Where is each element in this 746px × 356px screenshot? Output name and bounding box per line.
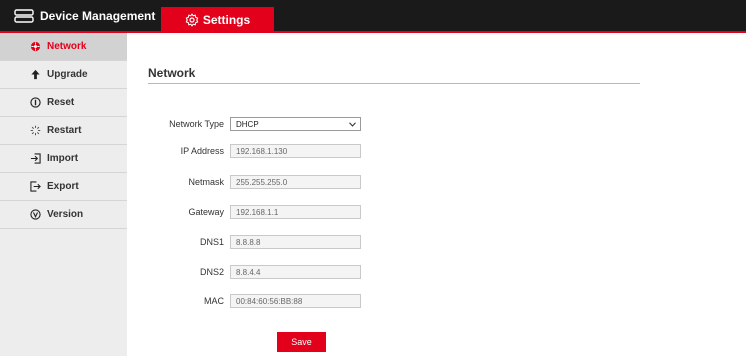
- sidebar-item-label: Network: [47, 41, 87, 52]
- dns2-row: DNS2 8.8.4.4: [148, 265, 378, 279]
- sidebar-item-label: Version: [47, 209, 84, 220]
- netmask-row: Netmask 255.255.255.0: [148, 175, 378, 189]
- ip-address-field[interactable]: 192.168.1.130: [230, 144, 361, 158]
- dns1-row: DNS1 8.8.8.8: [148, 235, 378, 249]
- network-type-label: Network Type: [169, 119, 224, 129]
- import-icon: [30, 153, 41, 164]
- dns1-label: DNS1: [199, 237, 224, 247]
- gear-icon: [185, 13, 199, 27]
- top-navigation-bar: Device Management Settings: [0, 0, 746, 33]
- sidebar-item-version[interactable]: Version: [0, 201, 127, 229]
- ip-address-row: IP Address 192.168.1.130: [148, 144, 378, 158]
- dns2-label: DNS2: [199, 267, 224, 277]
- ip-address-label: IP Address: [180, 146, 224, 156]
- upgrade-arrow-icon: [31, 69, 40, 80]
- gateway-field[interactable]: 192.168.1.1: [230, 205, 361, 219]
- chevron-down-icon: [349, 121, 356, 127]
- sidebar-item-reset[interactable]: Reset: [0, 89, 127, 117]
- device-management-icon: [14, 8, 34, 23]
- sidebar-item-label: Import: [47, 153, 79, 164]
- netmask-label: Netmask: [188, 177, 224, 187]
- sidebar-item-label: Upgrade: [47, 69, 88, 80]
- export-icon: [30, 181, 41, 192]
- network-type-value: DHCP: [236, 119, 259, 129]
- network-type-row: Network Type DHCP: [148, 117, 378, 131]
- page-title: Network: [148, 66, 196, 80]
- sidebar-item-label: Reset: [47, 97, 75, 108]
- reset-icon: [30, 97, 41, 108]
- section-divider: [148, 83, 640, 84]
- sidebar-item-export[interactable]: Export: [0, 173, 127, 201]
- mac-field[interactable]: 00:84:60:56:BB:88: [230, 294, 361, 308]
- device-management-label: Device Management: [40, 8, 156, 23]
- netmask-field[interactable]: 255.255.255.0: [230, 175, 361, 189]
- save-button[interactable]: Save: [277, 332, 326, 352]
- mac-label: MAC: [204, 296, 224, 306]
- sidebar-item-import[interactable]: Import: [0, 145, 127, 173]
- network-type-select[interactable]: DHCP: [230, 117, 361, 131]
- sidebar-item-label: Export: [47, 181, 79, 192]
- device-management-brand[interactable]: Device Management: [14, 0, 155, 31]
- sidebar: Network Upgrade Reset Restart Import Exp…: [0, 33, 127, 356]
- restart-icon: [30, 125, 41, 136]
- dns1-field[interactable]: 8.8.8.8: [230, 235, 361, 249]
- sidebar-item-restart[interactable]: Restart: [0, 117, 127, 145]
- mac-row: MAC 00:84:60:56:BB:88: [148, 294, 378, 308]
- network-icon: [30, 41, 41, 52]
- gateway-row: Gateway 192.168.1.1: [148, 205, 378, 219]
- version-icon: [30, 209, 41, 220]
- sidebar-item-upgrade[interactable]: Upgrade: [0, 61, 127, 89]
- dns2-field[interactable]: 8.8.4.4: [230, 265, 361, 279]
- sidebar-item-network[interactable]: Network: [0, 33, 127, 61]
- sidebar-item-label: Restart: [47, 125, 82, 136]
- gateway-label: Gateway: [188, 207, 224, 217]
- tab-settings[interactable]: Settings: [161, 7, 274, 33]
- tab-settings-label: Settings: [202, 13, 251, 27]
